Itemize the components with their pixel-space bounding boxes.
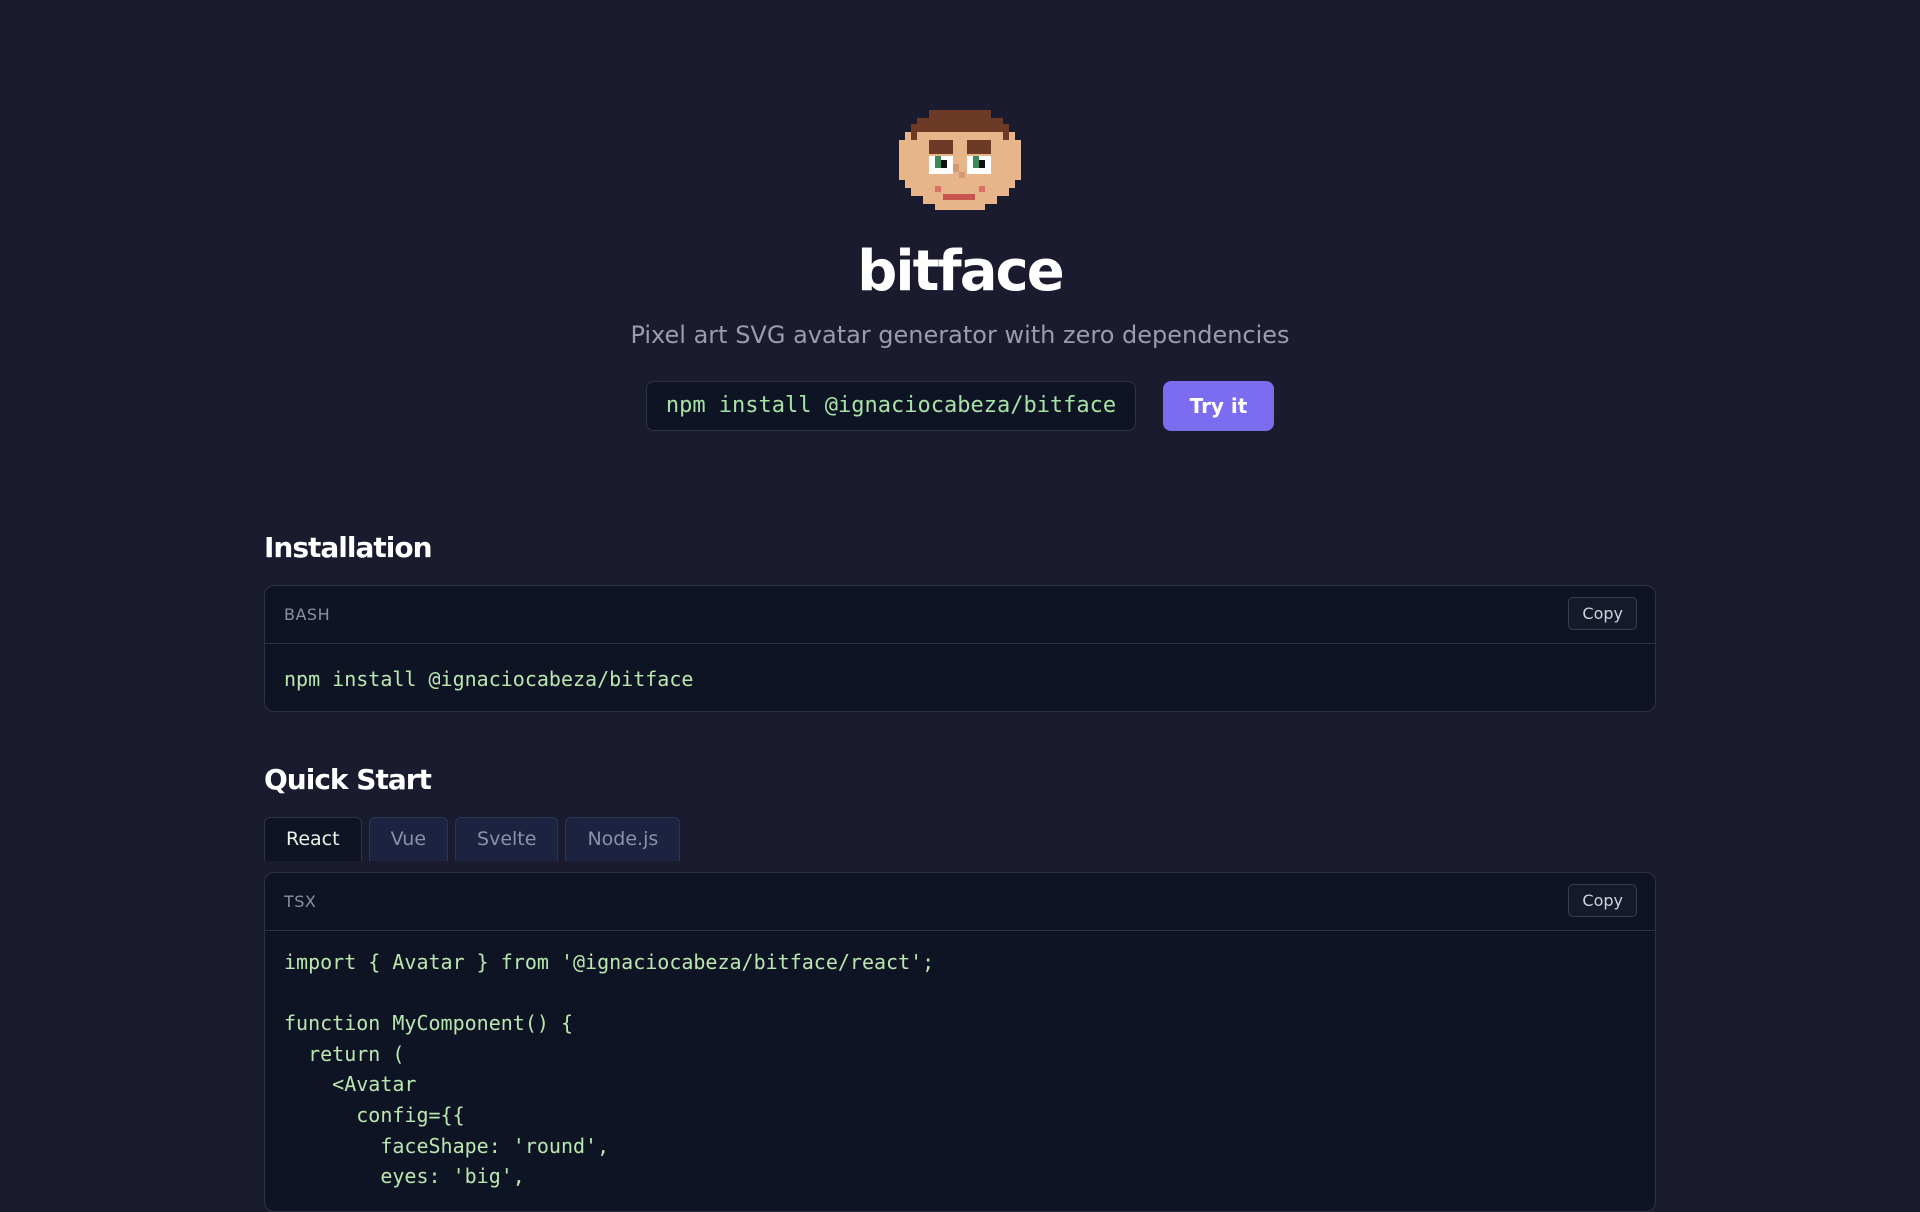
- code-block-header: TSX Copy: [265, 873, 1655, 931]
- tab-svelte[interactable]: Svelte: [455, 817, 559, 861]
- code-language-label: BASH: [284, 605, 331, 624]
- code-block-header: BASH Copy: [265, 586, 1655, 644]
- try-it-button[interactable]: Try it: [1163, 381, 1274, 431]
- copy-button[interactable]: Copy: [1568, 884, 1637, 917]
- pixel-face-logo-icon: [899, 110, 1021, 210]
- installation-code-block: BASH Copy npm install @ignaciocabeza/bit…: [264, 585, 1656, 712]
- tab-vue[interactable]: Vue: [368, 817, 449, 861]
- quick-start-heading: Quick Start: [264, 763, 432, 796]
- code-content: import { Avatar } from '@ignaciocabeza/b…: [284, 950, 935, 1189]
- page-title: bitface: [857, 239, 1064, 304]
- code-content: npm install @ignaciocabeza/bitface: [284, 667, 694, 691]
- copy-button[interactable]: Copy: [1568, 597, 1637, 630]
- framework-tabs: React Vue Svelte Node.js: [264, 817, 681, 861]
- quick-start-code-block: TSX Copy import { Avatar } from '@ignaci…: [264, 872, 1656, 1212]
- tab-react[interactable]: React: [264, 817, 362, 861]
- install-command-box[interactable]: npm install @ignaciocabeza/bitface: [646, 381, 1136, 431]
- tab-nodejs[interactable]: Node.js: [565, 817, 681, 861]
- installation-heading: Installation: [264, 531, 433, 564]
- page-subtitle: Pixel art SVG avatar generator with zero…: [630, 321, 1290, 349]
- code-language-label: TSX: [284, 892, 317, 911]
